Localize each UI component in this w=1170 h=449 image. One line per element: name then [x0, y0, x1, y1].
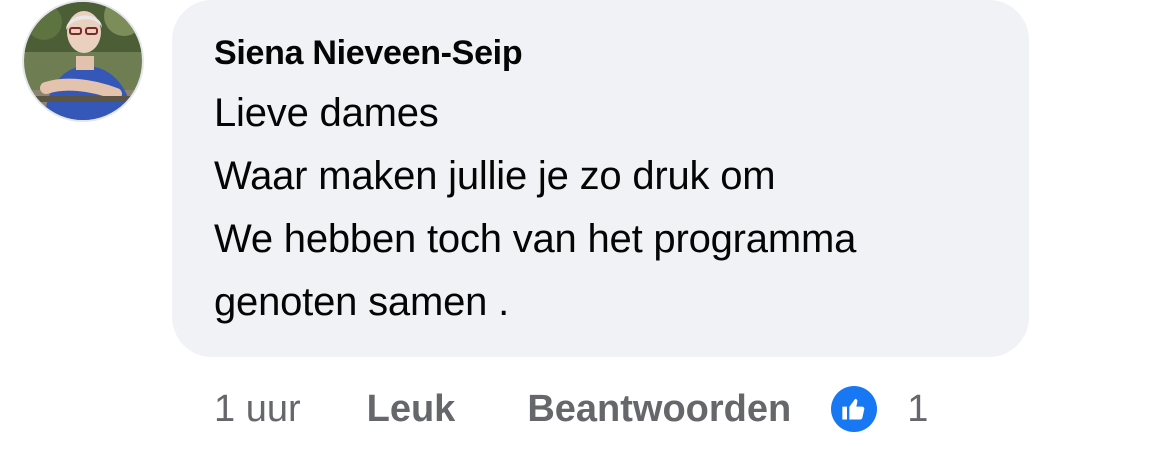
comment-bubble: Siena Nieveen-Seip Lieve dames Waar make…: [172, 0, 1029, 357]
comment-line: genoten samen .: [214, 280, 509, 324]
comment-line: Lieve dames: [214, 91, 439, 135]
comment-line: We hebben toch van het programma: [214, 217, 857, 261]
thumbs-up-icon: [831, 386, 878, 432]
reply-button[interactable]: Beantwoorden: [527, 388, 791, 431]
comment-line: Waar maken jullie je zo druk om: [214, 154, 776, 198]
comment-actions: 1 uur Leuk Beantwoorden 1: [214, 383, 928, 435]
reaction-summary[interactable]: 1: [831, 386, 928, 432]
comment-text: Lieve dames Waar maken jullie je zo druk…: [214, 82, 989, 334]
reaction-count: 1: [907, 387, 929, 430]
like-button[interactable]: Leuk: [367, 388, 456, 431]
avatar[interactable]: [24, 2, 142, 120]
comment-author-name[interactable]: Siena Nieveen-Seip: [214, 32, 989, 74]
comment-timestamp[interactable]: 1 uur: [214, 388, 301, 431]
avatar-photo: [24, 2, 142, 120]
